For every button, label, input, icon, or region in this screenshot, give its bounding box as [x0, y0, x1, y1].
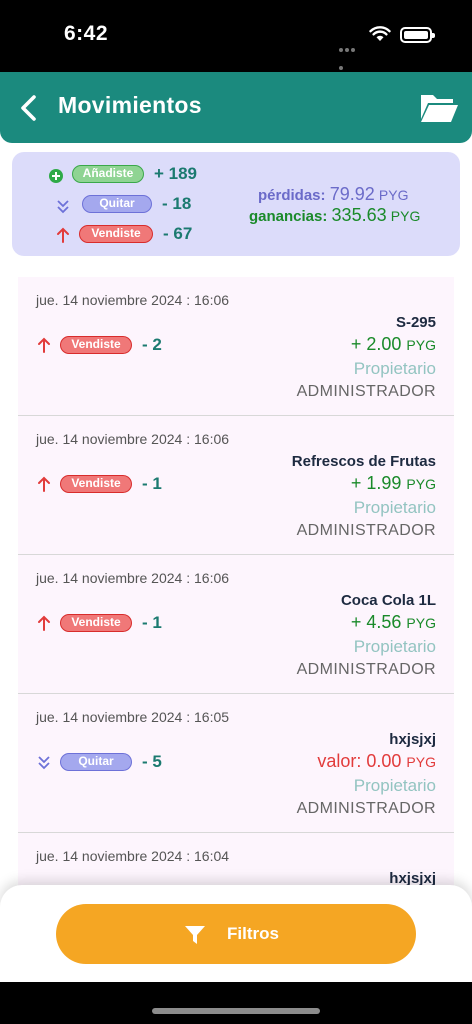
losses-value: 79.92 [329, 184, 375, 204]
arrow-up-icon [38, 337, 50, 353]
movement-user: ADMINISTRADOR [296, 800, 436, 817]
losses-currency: PYG [378, 187, 409, 203]
home-indicator[interactable] [152, 1008, 320, 1014]
status-bar: 6:42 [0, 0, 472, 72]
bottom-sheet: Filtros [0, 885, 472, 982]
arrow-up-icon [57, 227, 69, 243]
movement-date: jue. 14 noviembre 2024 : 16:06 [36, 431, 230, 447]
movement-role: Propietario [353, 359, 436, 378]
gains-summary: ganancias: 335.63 PYG [249, 205, 420, 226]
movement-item[interactable]: jue. 14 noviembre 2024 : 16:06 Vendiste … [18, 555, 454, 694]
movement-amount-value: 0.00 [366, 751, 402, 771]
movement-user: ADMINISTRADOR [296, 522, 436, 539]
app: Movimientos Añadiste + 189 Quitar - 18 V… [0, 72, 472, 982]
movement-type-badge: Vendiste [60, 475, 132, 493]
losses-summary: pérdidas: 79.92 PYG [258, 184, 408, 205]
status-time: 6:42 [64, 22, 109, 45]
movement-role: Propietario [353, 637, 436, 656]
gains-label: ganancias: [249, 208, 328, 225]
movement-product: Refrescos de Frutas [291, 453, 436, 470]
movement-item[interactable]: jue. 14 noviembre 2024 : 16:06 Vendiste … [18, 416, 454, 555]
movement-amount: + 2.00 PYG [351, 334, 436, 355]
removed-badge: Quitar [82, 195, 152, 213]
movement-currency: PYG [406, 754, 436, 770]
movement-amount: + 4.56 PYG [351, 612, 436, 633]
movement-currency: PYG [406, 476, 436, 492]
movement-date: jue. 14 noviembre 2024 : 16:05 [36, 709, 230, 725]
gains-value: 335.63 [331, 205, 387, 225]
movement-type-badge: Vendiste [60, 614, 132, 632]
movement-amount-value: + 2.00 [350, 334, 402, 354]
movement-qty: - 1 [142, 474, 162, 493]
movement-type-badge: Vendiste [60, 336, 132, 354]
filters-button[interactable]: Filtros [56, 904, 416, 964]
battery-icon [400, 27, 435, 43]
added-count: + 189 [154, 164, 198, 183]
gains-currency: PYG [390, 208, 421, 224]
movement-role: Propietario [353, 498, 436, 517]
movement-product: S-295 [395, 314, 436, 331]
movement-role: Propietario [353, 776, 436, 795]
nav-bar: Movimientos [0, 72, 472, 143]
removed-count: - 18 [162, 194, 192, 213]
movement-user: ADMINISTRADOR [296, 383, 436, 400]
movement-qty: - 2 [142, 335, 162, 354]
screen: 6:42 Movimientos Añadiste + 189 Quitar -… [0, 0, 472, 1024]
movement-date: jue. 14 noviembre 2024 : 16:06 [36, 570, 230, 586]
back-button[interactable] [14, 92, 44, 124]
sold-count: - 67 [163, 224, 193, 243]
movement-date: jue. 14 noviembre 2024 : 16:04 [36, 848, 230, 864]
movement-date: jue. 14 noviembre 2024 : 16:06 [36, 292, 230, 308]
movement-item[interactable]: jue. 14 noviembre 2024 : 16:06 Vendiste … [18, 277, 454, 416]
double-chevron-down-icon [57, 200, 69, 214]
movement-amount: valor: 0.00 PYG [317, 751, 436, 772]
movement-product: Coca Cola 1L [340, 592, 436, 609]
home-area [0, 982, 472, 1024]
movement-currency: PYG [406, 337, 436, 353]
page-title: Movimientos [58, 92, 202, 118]
arrow-up-icon [38, 615, 50, 631]
arrow-up-icon [38, 476, 50, 492]
movement-qty: - 1 [142, 613, 162, 632]
movement-item[interactable]: jue. 14 noviembre 2024 : 16:05 Quitar - … [18, 694, 454, 833]
double-chevron-down-icon [38, 756, 50, 770]
movements-list: jue. 14 noviembre 2024 : 16:06 Vendiste … [18, 277, 454, 982]
movement-product: hxjsjxj [389, 731, 436, 748]
movement-currency: PYG [406, 615, 436, 631]
movement-amount-value: + 4.56 [350, 612, 402, 632]
added-badge: Añadiste [72, 165, 144, 183]
wifi-icon [369, 26, 391, 41]
signal-icon [339, 39, 361, 70]
sold-badge: Vendiste [79, 225, 153, 243]
movement-user: ADMINISTRADOR [296, 661, 436, 678]
summary-card: Añadiste + 189 Quitar - 18 Vendiste - 67… [12, 152, 460, 256]
filters-label: Filtros [227, 924, 279, 943]
plus-circle-icon [49, 169, 63, 183]
losses-label: pérdidas: [258, 187, 326, 204]
movement-type-badge: Quitar [60, 753, 132, 771]
filter-icon [185, 926, 205, 944]
movement-amount-label: valor: [317, 751, 362, 771]
movement-amount-value: + 1.99 [350, 473, 402, 493]
folder-open-icon[interactable] [418, 91, 460, 125]
movement-qty: - 5 [142, 752, 162, 771]
movement-amount: + 1.99 PYG [351, 473, 436, 494]
